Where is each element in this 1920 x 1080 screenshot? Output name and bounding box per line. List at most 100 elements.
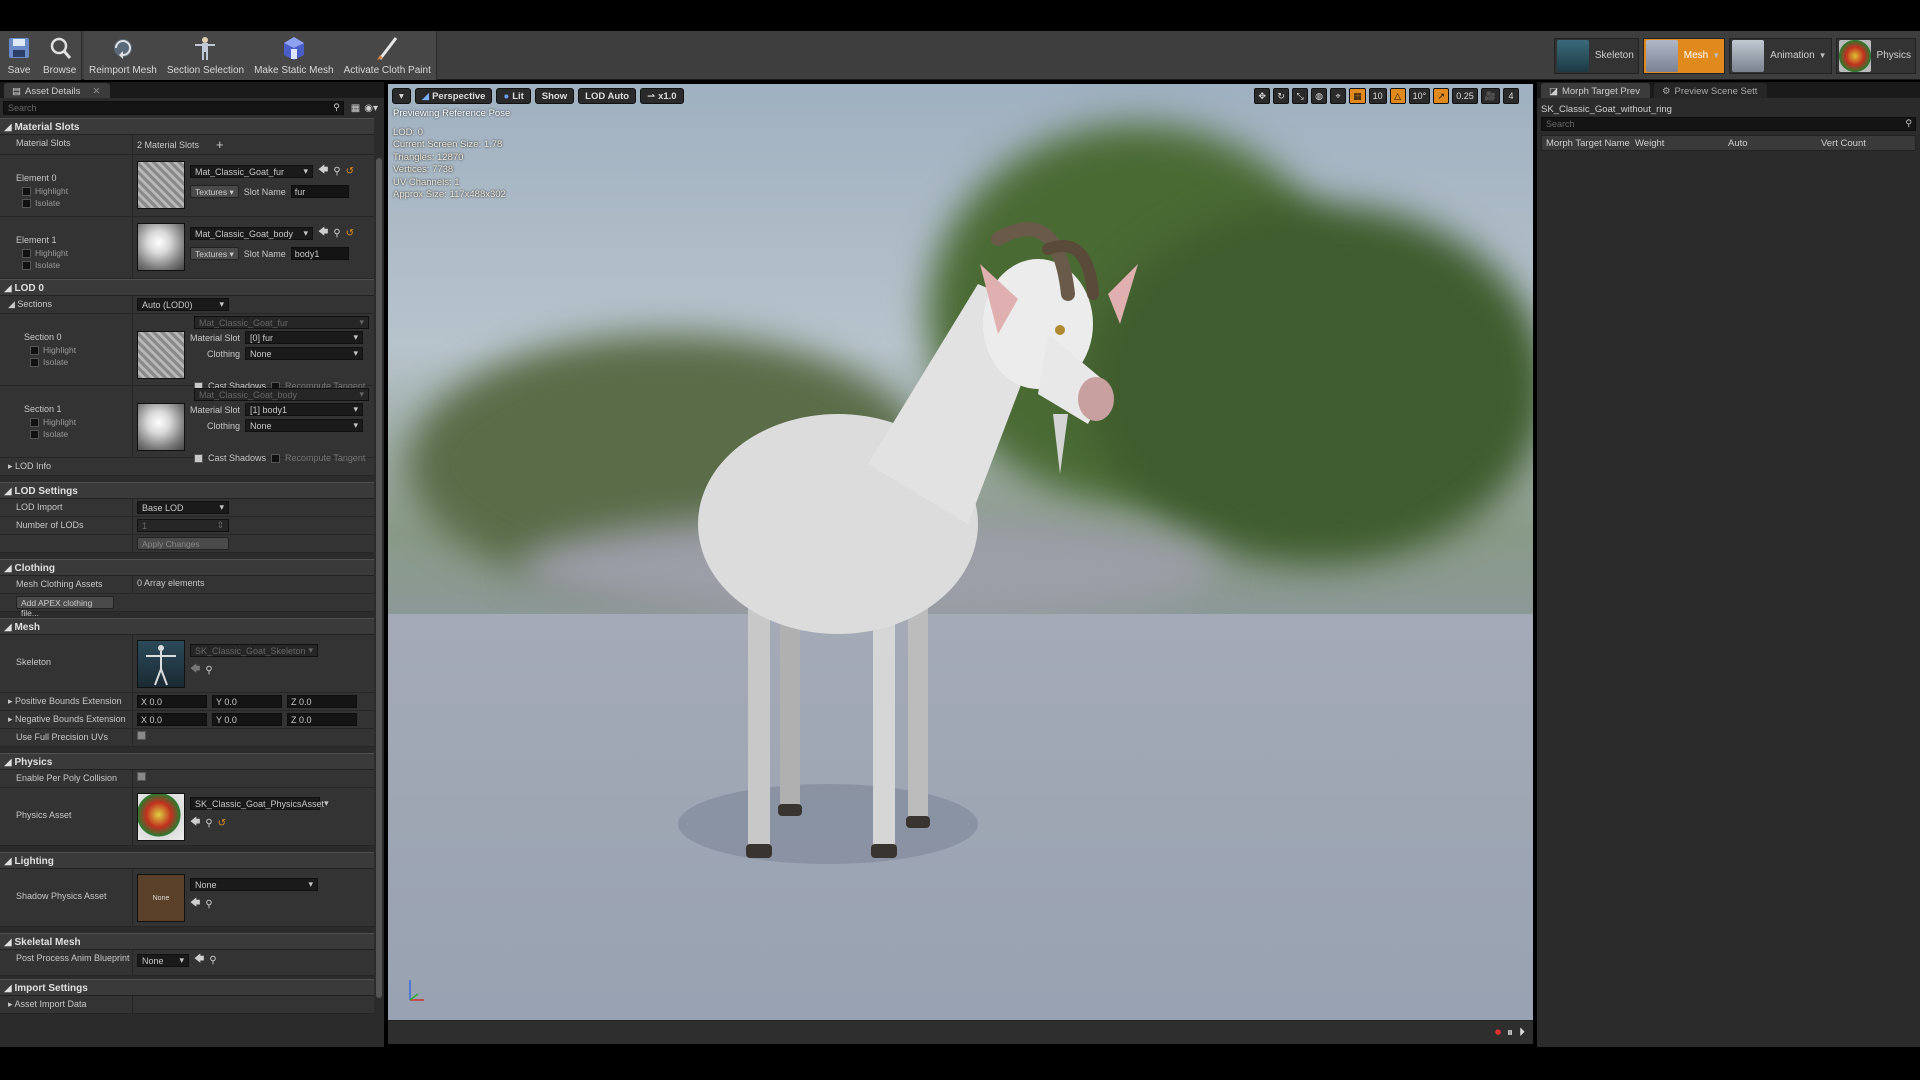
browse-asset-icon[interactable]: ⚲ [333,166,340,177]
isolate-checkbox[interactable] [30,429,39,439]
material-slot-combo[interactable]: [1] body1 ▾ [245,403,364,416]
pos-bounds-x-input[interactable]: X 0.0 [137,695,207,708]
rotate-icon[interactable]: ↻ [1273,88,1290,104]
add-apex-clothing-button[interactable]: Add APEX clothing file... [16,596,114,618]
isolate-checkbox[interactable] [30,357,39,367]
physics-asset-combo[interactable]: SK_Classic_Goat_PhysicsAsset ▾ [190,797,329,810]
eye-icon[interactable]: ◉▾ [364,103,378,114]
lit-mode-button[interactable]: ● Lit [496,88,531,104]
camera-speed-icon[interactable]: 🎥 [1480,88,1500,104]
pos-bounds-z-input[interactable]: Z 0.0 [287,695,357,708]
use-selected-arrow-icon[interactable]: 🡄 [190,815,200,832]
category-clothing[interactable]: ◢ Clothing [0,559,374,576]
scale-icon[interactable]: ⤡ [1292,88,1309,104]
preview-viewport[interactable]: ▾ ◢ Perspective ● Lit Show LOD Auto ⇀ x1.0 … [388,84,1533,1020]
details-search-input[interactable]: Search ⚲ [3,101,344,115]
slot-name-input[interactable]: fur [290,185,349,198]
reset-icon[interactable]: ↺ [218,818,226,829]
close-tab-icon[interactable]: ✕ [92,86,100,97]
num-lods-input[interactable]: 1 ⇕ [137,519,229,532]
tab-morph-target-preview[interactable]: ◪ Morph Target Prev [1541,83,1650,98]
browse-asset-icon[interactable]: ⚲ [333,228,340,239]
highlight-checkbox[interactable] [30,345,39,355]
pause-icon[interactable]: ⏸ [1507,1025,1513,1040]
animation-mode-dropdown-icon[interactable]: ▼ [1819,51,1827,60]
highlight-checkbox[interactable] [22,248,31,258]
col-auto[interactable]: Auto [1728,138,1821,149]
reimport-mesh-button[interactable]: Reimport Mesh [84,31,162,80]
scale-snap-icon[interactable]: ↗ [1433,88,1450,104]
material-combo[interactable]: Mat_Classic_Goat_body ▾ [190,227,313,240]
apply-changes-button[interactable]: Apply Changes [137,537,229,550]
browse-asset-icon[interactable]: ⚲ [205,818,212,829]
browse-asset-icon[interactable]: ⚲ [205,899,212,910]
clothing-combo[interactable]: None ▾ [245,419,364,432]
post-process-anim-combo[interactable]: None ▾ [137,954,189,967]
shadow-asset-thumbnail[interactable]: None [137,874,185,922]
category-mesh[interactable]: ◢ Mesh [0,618,374,635]
cast-shadows-checkbox[interactable] [194,453,203,463]
lod-import-combo[interactable]: Base LOD ▾ [137,501,229,514]
section-material-thumbnail[interactable] [137,331,185,379]
browse-button[interactable]: Browse [38,31,81,80]
surface-snap-icon[interactable]: ⌖ [1330,88,1347,104]
reset-icon[interactable]: ↺ [346,166,354,177]
world-local-icon[interactable]: ◍ [1311,88,1328,104]
add-material-slot-icon[interactable]: + [216,137,224,152]
neg-bounds-y-input[interactable]: Y 0.0 [212,713,282,726]
pos-bounds-y-input[interactable]: Y 0.0 [212,695,282,708]
grid-snap-icon[interactable]: ▦ [1349,88,1366,104]
recompute-tangent-checkbox[interactable] [271,453,281,463]
scale-snap-value[interactable]: 0.25 [1452,88,1478,104]
sections-lod-combo[interactable]: Auto (LOD0) ▾ [137,298,229,311]
material-slot-combo[interactable]: [0] fur ▾ [245,331,364,344]
make-static-mesh-button[interactable]: Make Static Mesh [249,31,338,80]
use-selected-arrow-icon[interactable]: 🡄 [318,225,328,242]
play-forward-icon[interactable]: ⏵ [1519,1025,1525,1040]
activate-cloth-paint-button[interactable]: Activate Cloth Paint [339,31,436,80]
morph-search-input[interactable]: Search ⚲ [1541,117,1916,131]
material-combo[interactable]: Mat_Classic_Goat_fur ▾ [190,165,313,178]
browse-asset-icon[interactable]: ⚲ [205,665,212,676]
material-thumbnail[interactable] [137,223,185,271]
col-morph-target-name[interactable]: Morph Target Name [1542,138,1635,149]
perspective-button[interactable]: ◢ Perspective [414,88,493,104]
tab-preview-scene-settings[interactable]: ⚙ Preview Scene Sett [1653,83,1768,98]
col-vert-count[interactable]: Vert Count [1821,138,1915,149]
browse-asset-icon[interactable]: ⚲ [209,955,216,966]
section-selection-button[interactable]: Section Selection [162,31,249,80]
rotation-snap-icon[interactable]: △ [1389,88,1406,104]
clothing-combo[interactable]: None ▾ [245,347,364,360]
per-poly-collision-checkbox[interactable] [137,772,146,781]
viewport-menu-button[interactable]: ▾ [392,88,411,104]
slot-name-input[interactable]: body1 [290,247,349,260]
animation-timeline-bar[interactable]: ⏺ ⏸ ⏵ [388,1020,1533,1044]
category-lod-settings[interactable]: ◢ LOD Settings [0,482,374,499]
neg-bounds-z-input[interactable]: Z 0.0 [287,713,357,726]
material-thumbnail[interactable] [137,161,185,209]
highlight-checkbox[interactable] [30,417,39,427]
mode-skeleton-button[interactable]: Skeleton [1553,37,1639,74]
tab-asset-details[interactable]: ▤ Asset Details ✕ [4,83,111,98]
mode-physics-button[interactable]: Physics [1835,37,1916,74]
category-import-settings[interactable]: ◢ Import Settings [0,979,374,996]
category-material-slots[interactable]: ◢ Material Slots [0,118,374,135]
textures-dropdown[interactable]: Textures ▾ [190,247,239,260]
highlight-checkbox[interactable] [22,186,31,196]
physics-asset-thumbnail[interactable] [137,793,185,841]
mode-animation-button[interactable]: Animation ▼ [1729,37,1832,74]
save-button[interactable]: Save [0,31,38,80]
details-scrollbar[interactable] [376,158,382,998]
mode-mesh-button[interactable]: Mesh ▼ [1642,37,1726,74]
textures-dropdown[interactable]: Textures ▾ [190,185,239,198]
playback-speed-button[interactable]: ⇀ x1.0 [640,88,684,104]
camera-speed-value[interactable]: 4 [1503,88,1519,104]
grid-snap-value[interactable]: 10 [1368,88,1387,104]
isolate-checkbox[interactable] [22,260,31,270]
full-precision-uvs-checkbox[interactable] [137,731,146,740]
translate-icon[interactable]: ✥ [1254,88,1271,104]
record-icon[interactable]: ⏺ [1495,1025,1501,1040]
rotation-snap-value[interactable]: 10° [1408,88,1431,104]
category-lighting[interactable]: ◢ Lighting [0,852,374,869]
shadow-physics-asset-combo[interactable]: None ▾ [190,878,318,891]
